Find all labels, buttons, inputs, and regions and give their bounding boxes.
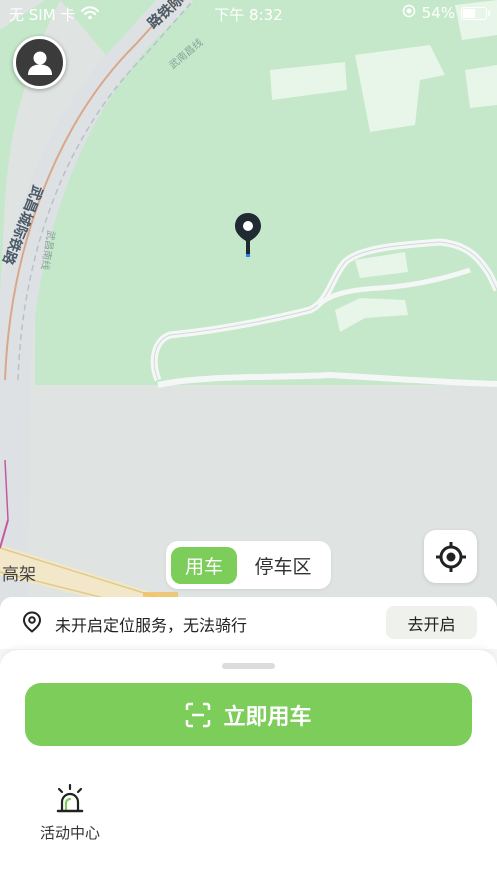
location-status-icon [402, 4, 416, 22]
ride-now-label: 立即用车 [223, 704, 312, 730]
scan-icon [186, 702, 211, 727]
tab-use-bike[interactable]: 用车 [171, 546, 237, 584]
activity-center-button[interactable]: 活动中心 [30, 784, 110, 843]
battery-icon [461, 6, 490, 20]
ride-now-button[interactable]: 立即用车 [25, 683, 472, 746]
bottom-sheet: 立即用车 活动中心 [0, 650, 497, 883]
activity-center-label: 活动中心 [39, 824, 100, 842]
user-avatar-button[interactable] [13, 36, 66, 89]
battery-percent: 54% [421, 4, 455, 22]
tab-parking-area[interactable]: 停车区 [241, 547, 325, 584]
status-right: 54% [402, 4, 490, 22]
map-label-elevated: 高架 [2, 565, 36, 585]
mode-tabs: 用车 停车区 [166, 541, 331, 589]
enable-location-button[interactable]: 去开启 [386, 606, 477, 639]
location-pin-icon [22, 611, 42, 637]
map-pin-icon [232, 211, 264, 259]
locate-button[interactable] [424, 530, 477, 583]
status-bar: 无 SIM 卡 下午 8:32 54% [0, 0, 497, 28]
locate-icon [435, 541, 466, 572]
sheet-grabber[interactable] [222, 663, 275, 669]
alarm-light-icon [56, 784, 84, 813]
location-warning-text: 未开启定位服务，无法骑行 [55, 616, 248, 635]
battery-fill [463, 8, 475, 18]
avatar-icon [27, 51, 52, 75]
